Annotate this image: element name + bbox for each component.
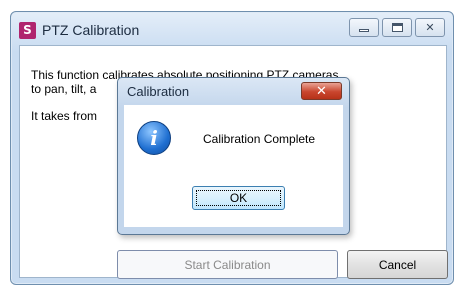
window-title-bar: S PTZ Calibration: [19, 18, 319, 42]
maximize-icon: [391, 23, 403, 32]
cancel-button[interactable]: Cancel: [347, 250, 448, 279]
dialog-close-button[interactable]: ✕: [301, 82, 342, 100]
close-icon: ✕: [316, 83, 327, 99]
dialog-message: Calibration Complete: [203, 132, 316, 146]
maximize-button[interactable]: [382, 18, 412, 37]
ok-button[interactable]: OK: [192, 186, 285, 210]
ok-button-label: OK: [229, 191, 248, 205]
close-button[interactable]: ✕: [415, 18, 445, 37]
calibration-dialog: Calibration ✕ i Calibration Complete OK: [117, 77, 350, 235]
dialog-content: i Calibration Complete OK: [124, 105, 343, 227]
minimize-icon: [359, 28, 369, 32]
duration-text: It takes from: [31, 109, 98, 123]
window-title: PTZ Calibration: [42, 22, 140, 38]
minimize-button[interactable]: [349, 18, 379, 37]
app-logo-icon: S: [19, 21, 36, 39]
close-icon: ✕: [425, 22, 435, 34]
caption-buttons: ✕: [349, 18, 445, 37]
info-icon: i: [137, 121, 171, 155]
dialog-title: Calibration: [127, 84, 190, 99]
start-calibration-button[interactable]: Start Calibration: [117, 250, 338, 279]
